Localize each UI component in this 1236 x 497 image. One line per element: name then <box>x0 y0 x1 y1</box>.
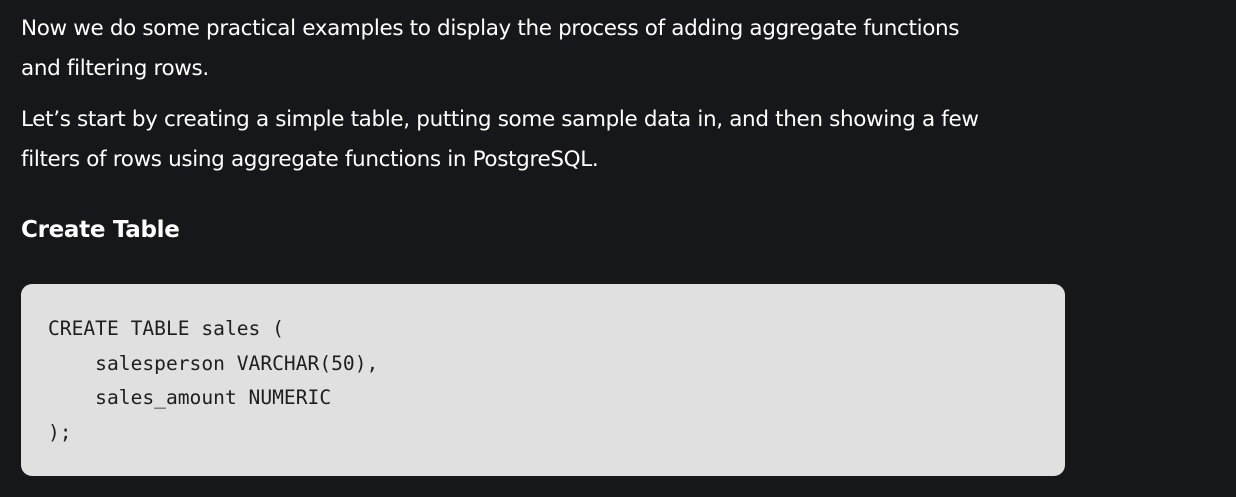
code-line: salesperson VARCHAR(50), <box>48 351 379 375</box>
intro-paragraph: Now we do some practical examples to dis… <box>21 9 1061 88</box>
paragraph-line: and filtering rows. <box>21 55 209 81</box>
code-block[interactable]: CREATE TABLE sales ( salesperson VARCHAR… <box>21 284 1065 476</box>
paragraph-line: filters of rows using aggregate function… <box>21 146 599 172</box>
section-heading-create-table: Create Table <box>21 217 180 243</box>
code-line: ); <box>48 420 72 444</box>
article-page: Now we do some practical examples to dis… <box>0 0 1236 497</box>
code-line: CREATE TABLE sales ( <box>48 317 284 340</box>
paragraph-line: Now we do some practical examples to dis… <box>21 16 960 41</box>
code-line: sales_amount NUMERIC <box>48 386 332 409</box>
paragraph-line: Let’s start by creating a simple table, … <box>21 107 979 132</box>
setup-paragraph: Let’s start by creating a simple table, … <box>21 100 1061 179</box>
